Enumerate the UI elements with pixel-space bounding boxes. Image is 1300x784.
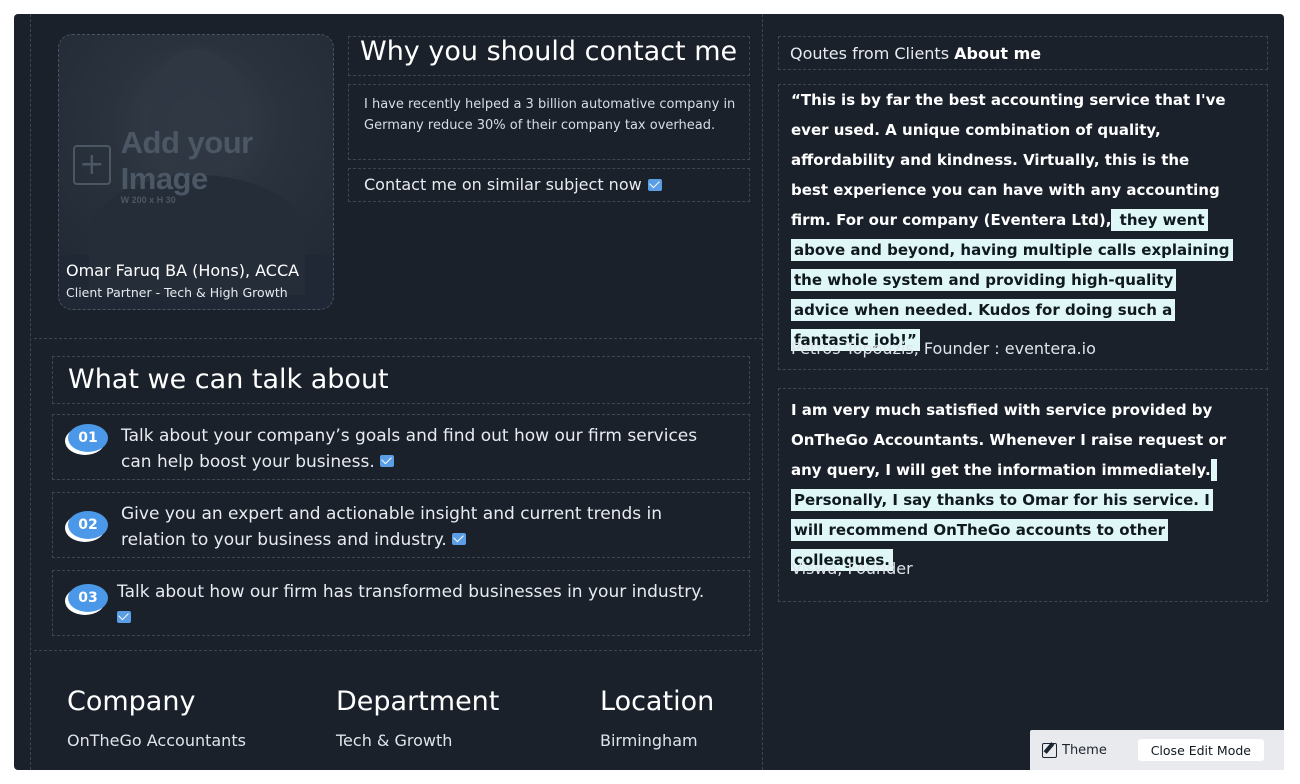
quotes-heading-bold: About me (954, 44, 1042, 63)
company-label: Company (67, 686, 196, 717)
talk-item-text: Give you an expert and actionable insigh… (121, 501, 721, 553)
talk-item-label: Talk about how our firm has transformed … (117, 582, 705, 602)
talk-number-badge: 01 (68, 424, 108, 452)
mail-icon[interactable] (380, 455, 395, 467)
mail-icon[interactable] (452, 533, 467, 545)
quote-text: “This is by far the best accounting serv… (791, 85, 1233, 355)
theme-label: Theme (1062, 742, 1107, 758)
section-divider-top (34, 338, 762, 339)
mail-icon[interactable] (647, 178, 662, 191)
department-value: Tech & Growth (336, 731, 453, 750)
left-guide (30, 14, 31, 770)
mail-icon[interactable] (117, 611, 131, 623)
talk-item-text: Talk about your company’s goals and find… (121, 423, 721, 475)
talk-title: What we can talk about (68, 364, 389, 395)
quote-text-plain: I am very much satisfied with service pr… (791, 401, 1227, 479)
profile-card[interactable]: + Add your Image W 200 x H 30 Omar Faruq… (58, 34, 334, 310)
why-title: Why you should contact me (360, 36, 738, 67)
quote-highlight: they went above and beyond, having multi… (791, 209, 1233, 351)
talk-item-label: Give you an expert and actionable insigh… (121, 504, 662, 550)
department-label: Department (336, 686, 500, 717)
location-value: Birmingham (600, 731, 698, 750)
quote-author: Viswa, Founder (791, 559, 913, 578)
contact-link[interactable]: Contact me on similar subject now (364, 175, 662, 194)
why-text: I have recently helped a 3 billion autom… (364, 97, 736, 133)
theme-button[interactable]: Theme (1042, 742, 1107, 758)
profile-photo[interactable]: + Add your Image W 200 x H 30 (59, 35, 333, 295)
location-info: Location Birmingham (600, 686, 714, 750)
talk-item-text: Talk about how our firm has transformed … (117, 579, 717, 631)
quotes-heading-plain: Qoutes from Clients (790, 44, 950, 63)
person-role: Client Partner - Tech & High Growth (66, 285, 288, 300)
talk-number-badge: 02 (68, 511, 108, 539)
talk-number-badge: 03 (68, 584, 108, 612)
theme-edit-icon (1042, 742, 1057, 758)
location-label: Location (600, 686, 715, 717)
add-image-placeholder[interactable]: + Add your Image W 200 x H 30 (73, 125, 333, 205)
talk-item-label: Talk about your company’s goals and find… (121, 426, 698, 472)
company-value: OnTheGo Accountants (67, 731, 246, 750)
company-info: Company OnTheGo Accountants (67, 686, 246, 750)
add-image-label: Add your Image (120, 125, 254, 196)
quote-text: I am very much satisfied with service pr… (791, 395, 1231, 575)
contact-link-label: Contact me on similar subject now (364, 175, 642, 194)
department-info: Department Tech & Growth (336, 686, 499, 750)
profile-board: + Add your Image W 200 x H 30 Omar Faruq… (14, 14, 1284, 770)
column-divider (762, 14, 763, 770)
quote-author: Petros Topouzis, Founder : eventera.io (791, 339, 1096, 358)
quotes-heading: Qoutes from Clients About me (790, 44, 1041, 63)
person-name: Omar Faruq BA (Hons), ACCA (66, 261, 300, 280)
edit-toolbar: Theme Close Edit Mode (1030, 730, 1284, 770)
close-edit-mode-button[interactable]: Close Edit Mode (1137, 739, 1264, 761)
add-image-size: W 200 x H 30 (120, 195, 176, 205)
plus-icon: + (73, 145, 111, 185)
section-divider-bottom (34, 650, 762, 651)
